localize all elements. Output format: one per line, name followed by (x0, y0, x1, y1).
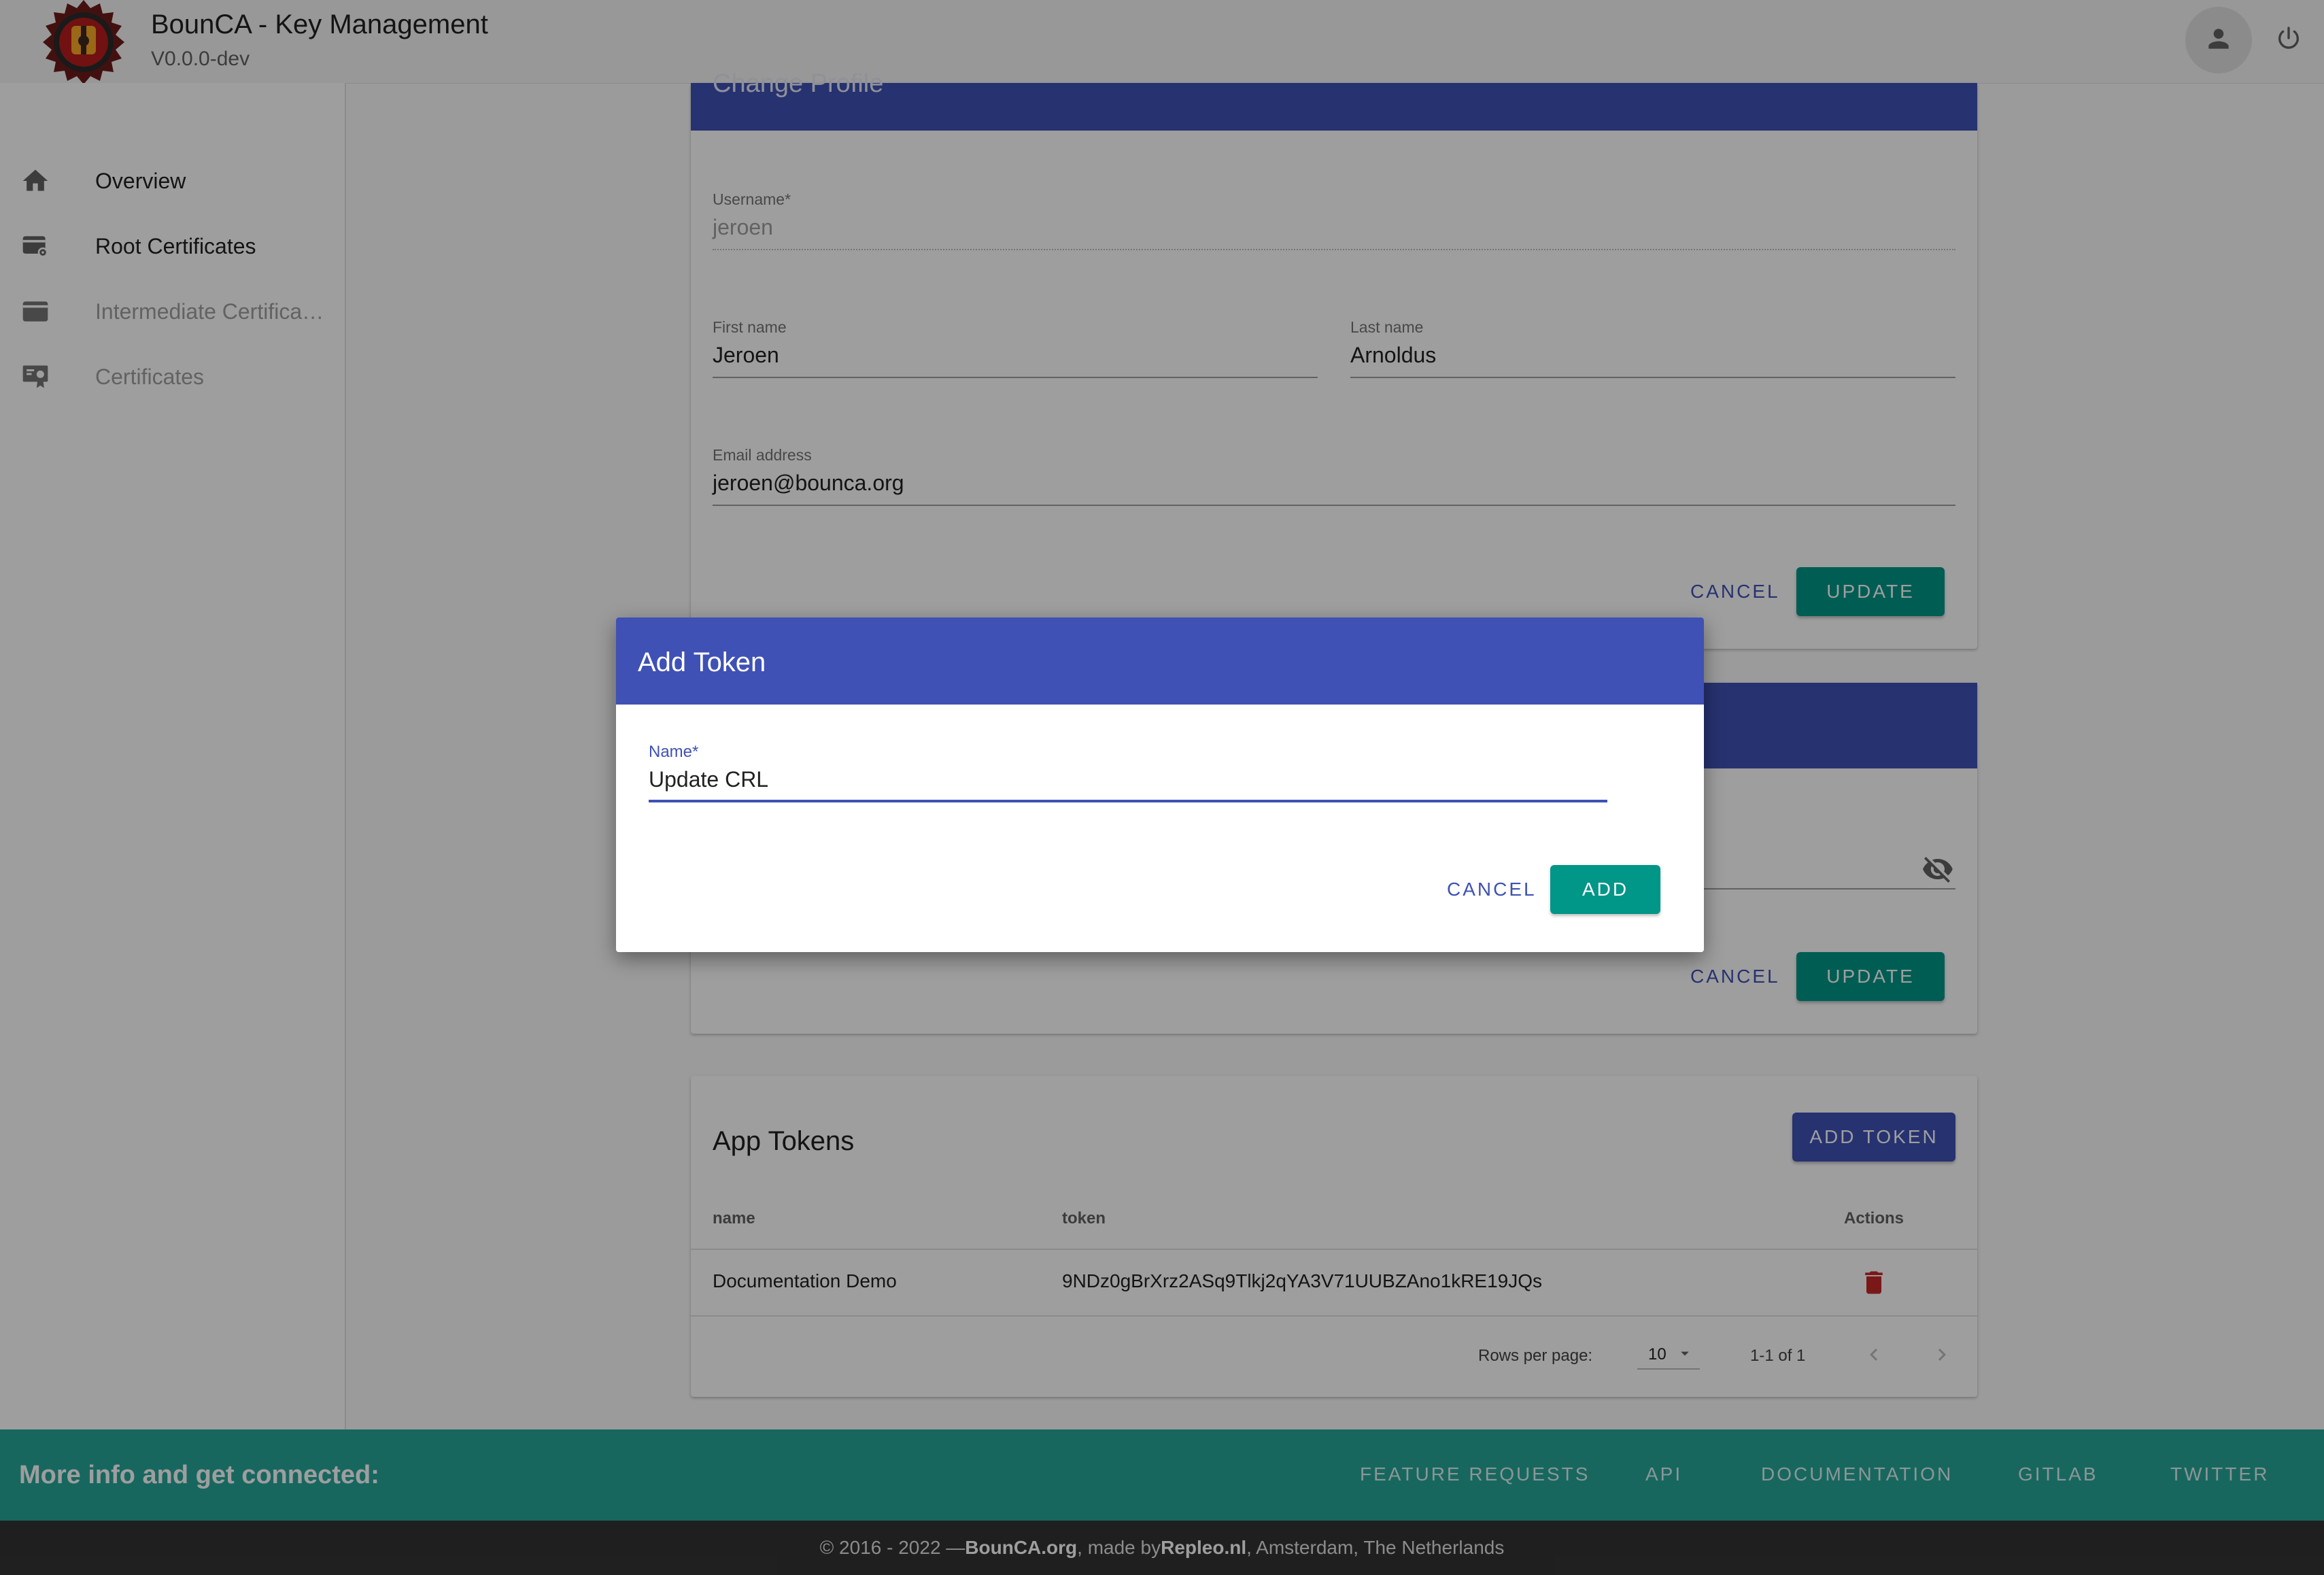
dialog-header: Add Token (616, 617, 1704, 705)
dialog-add-button[interactable]: ADD (1550, 865, 1660, 914)
token-name-input[interactable]: Update CRL (649, 767, 1607, 804)
add-token-dialog: Add Token Name* Update CRL CANCEL ADD (616, 617, 1704, 952)
token-name-label: Name* (649, 743, 699, 761)
dialog-title: Add Token (638, 647, 766, 677)
token-name-underline (649, 800, 1607, 802)
dialog-cancel-button[interactable]: CANCEL (1447, 879, 1537, 900)
